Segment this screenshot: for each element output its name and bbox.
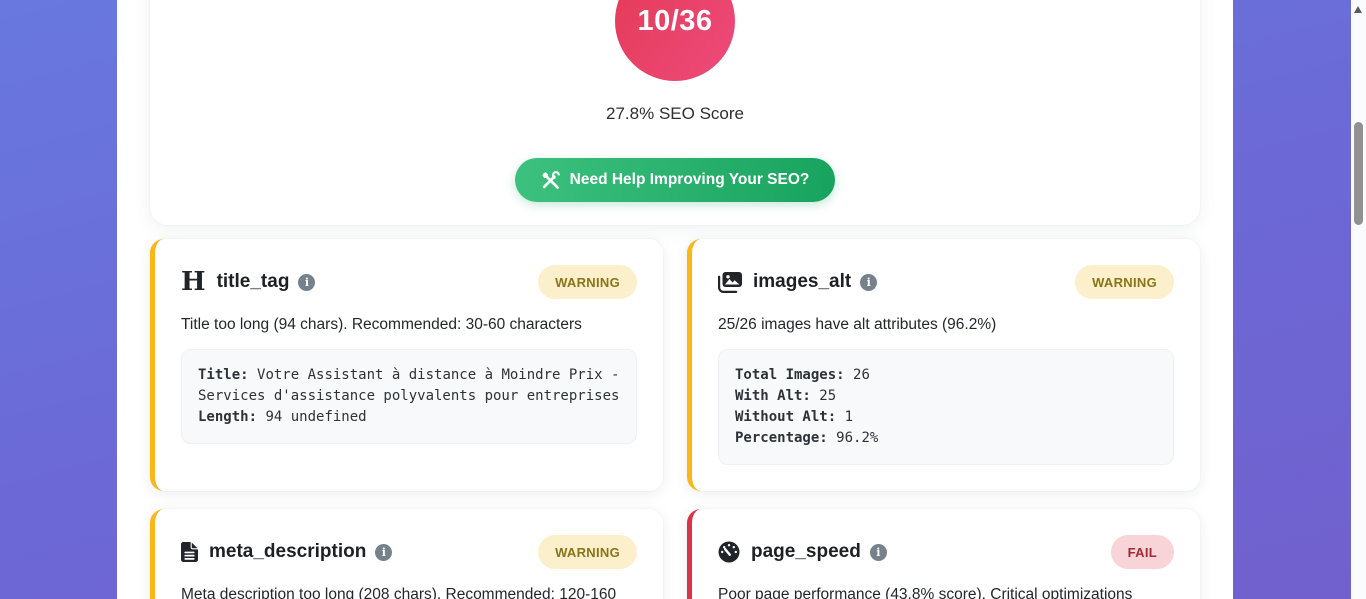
detail-value: Votre Assistant à distance à Moindre Pri…	[198, 367, 619, 404]
detail-line: Total Images: 26	[735, 365, 1157, 386]
status-badge: FAIL	[1111, 535, 1174, 569]
card-detail-block: Total Images: 26 With Alt: 25 Without Al…	[718, 349, 1174, 465]
detail-value: 26	[853, 367, 870, 383]
card-title: page_speed	[751, 541, 861, 563]
card-description: Poor page performance (43.8% score). Cri…	[718, 584, 1174, 599]
card-title: meta_description	[209, 541, 366, 563]
info-icon[interactable]: i	[870, 544, 887, 561]
card-header: H title_tag i WARNING	[181, 265, 637, 299]
audit-card-meta-description: meta_description i WARNING Meta descript…	[150, 509, 663, 599]
seo-score-panel: 10/36 27.8% SEO Score Need Help Improvin…	[150, 0, 1200, 225]
gauge-icon	[718, 541, 740, 563]
detail-label: With Alt:	[735, 388, 811, 404]
scroll-up-arrow-icon[interactable]	[1354, 6, 1362, 13]
content-area: 10/36 27.8% SEO Score Need Help Improvin…	[117, 0, 1233, 599]
detail-value: 25	[819, 388, 836, 404]
status-badge: WARNING	[1075, 265, 1174, 299]
card-title: title_tag	[217, 271, 290, 293]
detail-label: Percentage:	[735, 430, 828, 446]
seo-help-button-label: Need Help Improving Your SEO?	[570, 171, 810, 189]
seo-score-circle: 10/36	[615, 0, 735, 81]
detail-line: Without Alt: 1	[735, 407, 1157, 428]
audit-cards-grid: H title_tag i WARNING Title too long (94…	[150, 239, 1200, 599]
detail-value: 1	[845, 409, 853, 425]
screwdriver-wrench-icon	[541, 171, 560, 190]
audit-card-images-alt: images_alt i WARNING 25/26 images have a…	[687, 239, 1200, 491]
card-detail-block: Title: Votre Assistant à distance à Moin…	[181, 349, 637, 444]
scrollbar-thumb[interactable]	[1354, 122, 1363, 225]
detail-label: Length:	[198, 409, 257, 425]
card-description: Title too long (94 chars). Recommended: …	[181, 314, 637, 335]
card-header: page_speed i FAIL	[718, 535, 1174, 569]
detail-line: Title: Votre Assistant à distance à Moin…	[198, 365, 620, 407]
card-header: images_alt i WARNING	[718, 265, 1174, 299]
status-badge: WARNING	[538, 265, 637, 299]
detail-value: 96.2%	[836, 430, 878, 446]
card-description: Meta description too long (208 chars). R…	[181, 584, 637, 599]
audit-card-title-tag: H title_tag i WARNING Title too long (94…	[150, 239, 663, 491]
card-title: images_alt	[753, 271, 851, 293]
seo-help-button[interactable]: Need Help Improving Your SEO?	[515, 158, 836, 202]
audit-card-page-speed: page_speed i FAIL Poor page performance …	[687, 509, 1200, 599]
status-badge: WARNING	[538, 535, 637, 569]
file-lines-icon	[181, 542, 198, 562]
info-icon[interactable]: i	[860, 274, 877, 291]
card-description: 25/26 images have alt attributes (96.2%)	[718, 314, 1174, 335]
detail-line: Length: 94 undefined	[198, 407, 620, 428]
seo-score-label: 27.8% SEO Score	[170, 104, 1180, 124]
images-icon	[718, 272, 742, 293]
scrollbar[interactable]	[1351, 0, 1366, 599]
card-header: meta_description i WARNING	[181, 535, 637, 569]
detail-label: Without Alt:	[735, 409, 836, 425]
detail-value: 94 undefined	[265, 409, 366, 425]
detail-line: Percentage: 96.2%	[735, 428, 1157, 449]
info-icon[interactable]: i	[298, 274, 315, 291]
seo-score-value: 10/36	[637, 5, 712, 38]
detail-label: Total Images:	[735, 367, 845, 383]
detail-label: Title:	[198, 367, 249, 383]
detail-line: With Alt: 25	[735, 386, 1157, 407]
heading-icon: H	[181, 269, 206, 295]
info-icon[interactable]: i	[375, 544, 392, 561]
